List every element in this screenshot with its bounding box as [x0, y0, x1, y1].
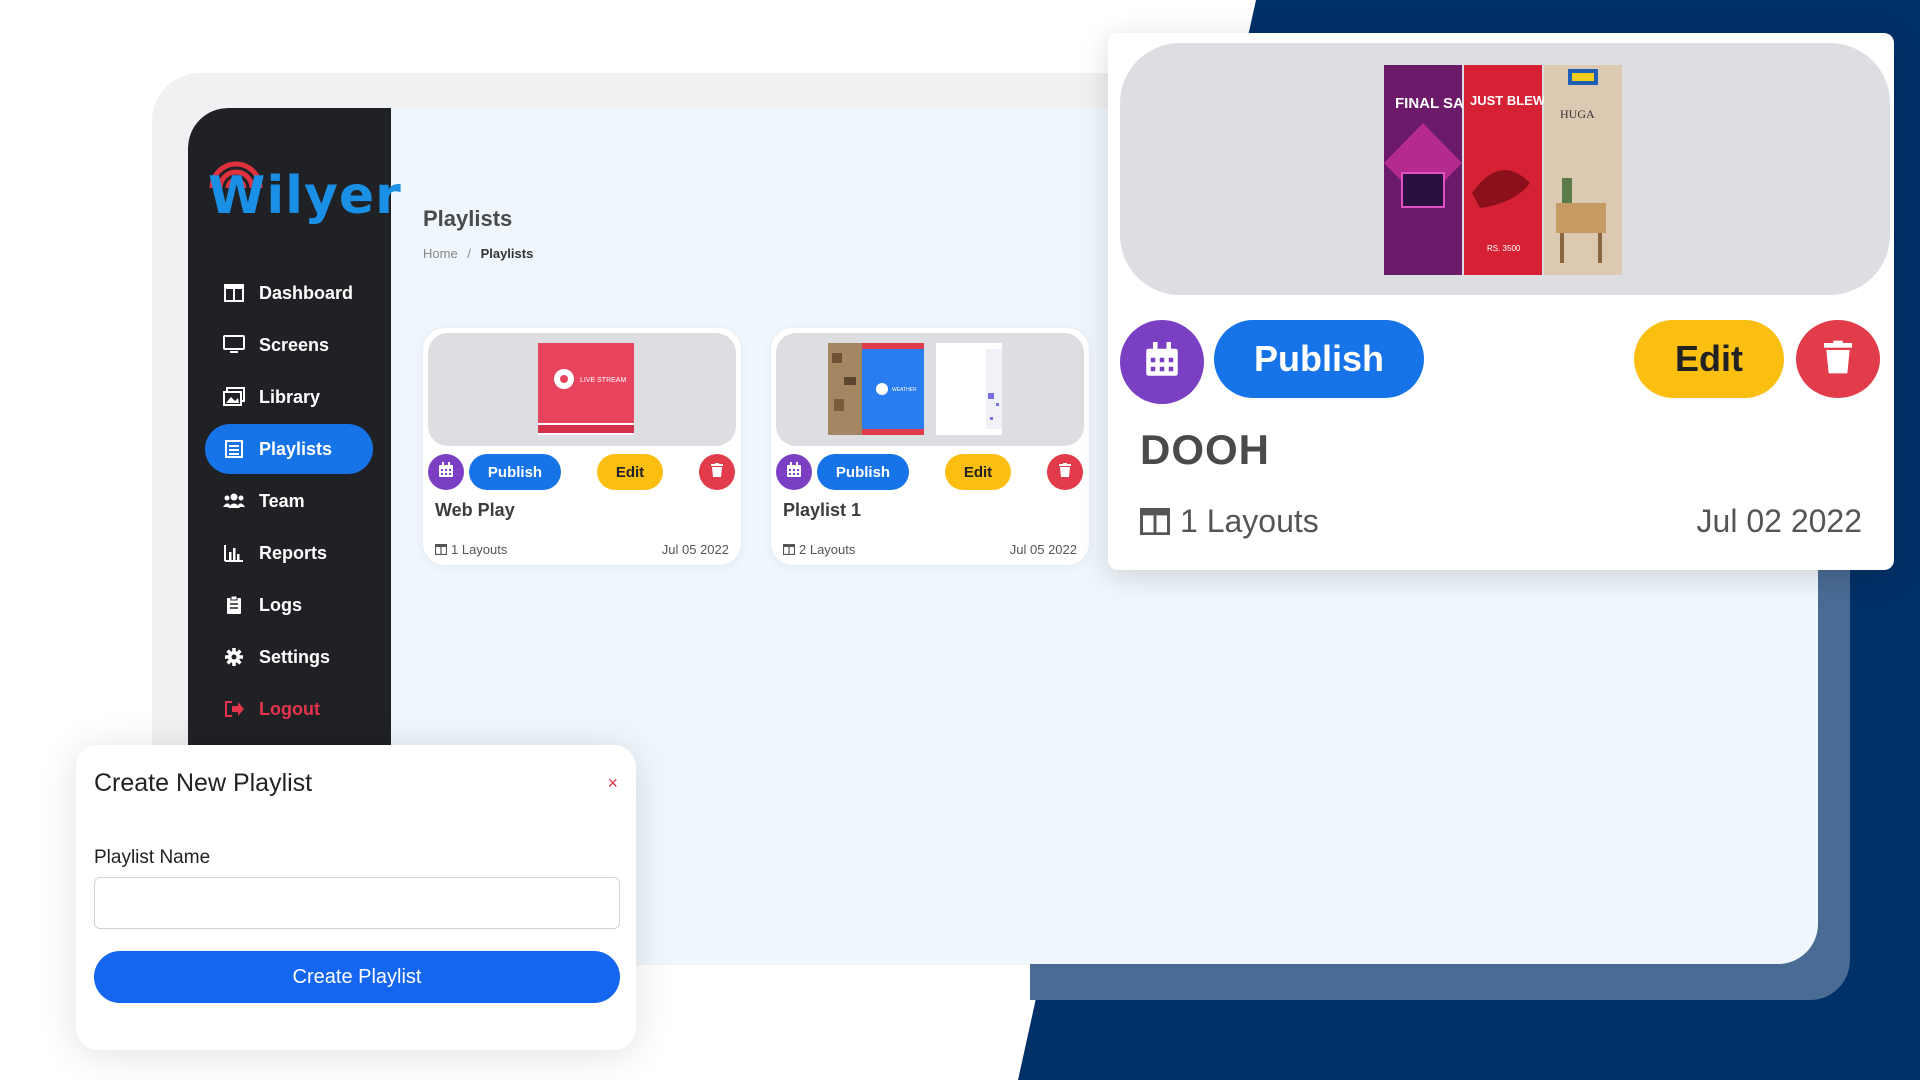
- live-stream-preview-image: LIVE STREAM: [538, 343, 634, 435]
- playlist-thumbnail: WEATHER: [776, 333, 1084, 446]
- weather-preview-image: WEATHER: [828, 343, 1002, 435]
- playlist-name: DOOH: [1140, 426, 1270, 473]
- monitor-icon: [223, 334, 245, 356]
- playlist-thumbnail: FINAL SALE JUST BLEW IT RS. 3500 HUGA: [1120, 43, 1890, 295]
- playlist-thumbnail: LIVE STREAM: [428, 333, 736, 446]
- promo-canvas: Wilyer Dashboard Screens Library Playlis…: [0, 0, 1920, 1080]
- create-playlist-button[interactable]: Create Playlist: [94, 951, 620, 1003]
- breadcrumb: Home / Playlists: [423, 246, 533, 261]
- gear-icon: [223, 646, 245, 668]
- create-playlist-modal: Create New Playlist × Playlist Name Crea…: [76, 745, 636, 1050]
- columns-icon: [783, 544, 795, 555]
- publish-button[interactable]: Publish: [817, 454, 909, 490]
- calendar-icon: [1144, 341, 1180, 383]
- sidebar-item-logout[interactable]: Logout: [205, 684, 373, 734]
- modal-title: Create New Playlist: [94, 769, 313, 797]
- playlist-card[interactable]: WEATHER Publish Edit Playlist 1 2 Layout…: [771, 328, 1089, 565]
- breadcrumb-current: Playlists: [480, 246, 534, 261]
- sidebar-nav: Dashboard Screens Library Playlists Team…: [205, 268, 373, 736]
- playlist-name-label: Playlist Name: [94, 847, 211, 868]
- sidebar-item-label: Screens: [259, 334, 330, 355]
- brand-logo-text: Wilyer: [208, 166, 402, 226]
- trash-icon: [711, 462, 723, 482]
- breadcrumb-home[interactable]: Home: [423, 246, 458, 261]
- schedule-button[interactable]: [1120, 320, 1204, 404]
- layouts-count-text: 2 Layouts: [799, 542, 856, 557]
- sidebar-item-playlists[interactable]: Playlists: [205, 424, 373, 474]
- zoomed-playlist-card[interactable]: FINAL SALE JUST BLEW IT RS. 3500 HUGA Pu…: [1108, 33, 1894, 570]
- edit-button[interactable]: Edit: [1634, 320, 1784, 398]
- playlist-date: Jul 05 2022: [1009, 542, 1077, 557]
- breadcrumb-separator: /: [467, 246, 471, 261]
- sidebar-item-label: Settings: [259, 646, 331, 667]
- layouts-count: 2 Layouts: [783, 542, 855, 557]
- publish-button[interactable]: Publish: [469, 454, 561, 490]
- images-icon: [223, 386, 245, 408]
- layouts-count: 1 Layouts: [1140, 503, 1319, 540]
- sidebar-item-settings[interactable]: Settings: [205, 632, 373, 682]
- delete-button[interactable]: [1796, 320, 1880, 398]
- ad-price: RS. 3500: [1487, 244, 1521, 253]
- trash-icon: [1059, 462, 1071, 482]
- dashboard-icon: [223, 282, 245, 304]
- list-icon: [223, 438, 245, 460]
- playlist-date: Jul 05 2022: [661, 542, 729, 557]
- sidebar-item-label: Dashboard: [259, 282, 354, 303]
- sidebar-item-library[interactable]: Library: [205, 372, 373, 422]
- page-title: Playlists: [423, 206, 513, 231]
- columns-icon: [1140, 508, 1170, 535]
- layouts-count-text: 1 Layouts: [451, 542, 508, 557]
- publish-button[interactable]: Publish: [1214, 320, 1424, 398]
- sidebar-item-label: Logs: [259, 594, 302, 615]
- bar-chart-icon: [223, 542, 245, 564]
- sidebar-item-screens[interactable]: Screens: [205, 320, 373, 370]
- sidebar-item-label: Playlists: [259, 438, 333, 459]
- schedule-button[interactable]: [428, 454, 464, 490]
- edit-button[interactable]: Edit: [945, 454, 1011, 490]
- calendar-icon: [786, 461, 802, 483]
- trash-icon: [1824, 340, 1852, 379]
- sidebar-item-label: Logout: [259, 698, 320, 719]
- delete-button[interactable]: [699, 454, 735, 490]
- playlist-card[interactable]: LIVE STREAM Publish Edit Web Play 1 Layo…: [423, 328, 741, 565]
- layouts-count-text: 1 Layouts: [1180, 503, 1319, 539]
- sidebar-item-label: Library: [259, 386, 321, 407]
- sidebar-item-team[interactable]: Team: [205, 476, 373, 526]
- close-icon[interactable]: ×: [607, 773, 618, 794]
- sidebar-item-label: Team: [259, 490, 305, 511]
- clipboard-icon: [223, 594, 245, 616]
- sidebar-item-label: Reports: [259, 542, 328, 563]
- playlist-name: Web Play: [435, 500, 515, 520]
- playlist-name-input[interactable]: [94, 877, 620, 929]
- thumb-label: WEATHER: [892, 387, 917, 393]
- sidebar-item-reports[interactable]: Reports: [205, 528, 373, 578]
- layouts-count: 1 Layouts: [435, 542, 507, 557]
- sign-out-icon: [223, 698, 245, 720]
- columns-icon: [435, 544, 447, 555]
- users-icon: [223, 490, 245, 512]
- calendar-icon: [438, 461, 454, 483]
- edit-button[interactable]: Edit: [597, 454, 663, 490]
- delete-button[interactable]: [1047, 454, 1083, 490]
- sidebar-item-dashboard[interactable]: Dashboard: [205, 268, 373, 318]
- ad-text-huga: HUGA: [1560, 107, 1595, 121]
- sidebar-item-logs[interactable]: Logs: [205, 580, 373, 630]
- dooh-ads-preview-image: FINAL SALE JUST BLEW IT RS. 3500 HUGA: [1384, 65, 1622, 275]
- playlist-date: Jul 02 2022: [1696, 503, 1862, 539]
- thumb-label: LIVE STREAM: [580, 377, 626, 384]
- playlist-name: Playlist 1: [783, 500, 862, 520]
- schedule-button[interactable]: [776, 454, 812, 490]
